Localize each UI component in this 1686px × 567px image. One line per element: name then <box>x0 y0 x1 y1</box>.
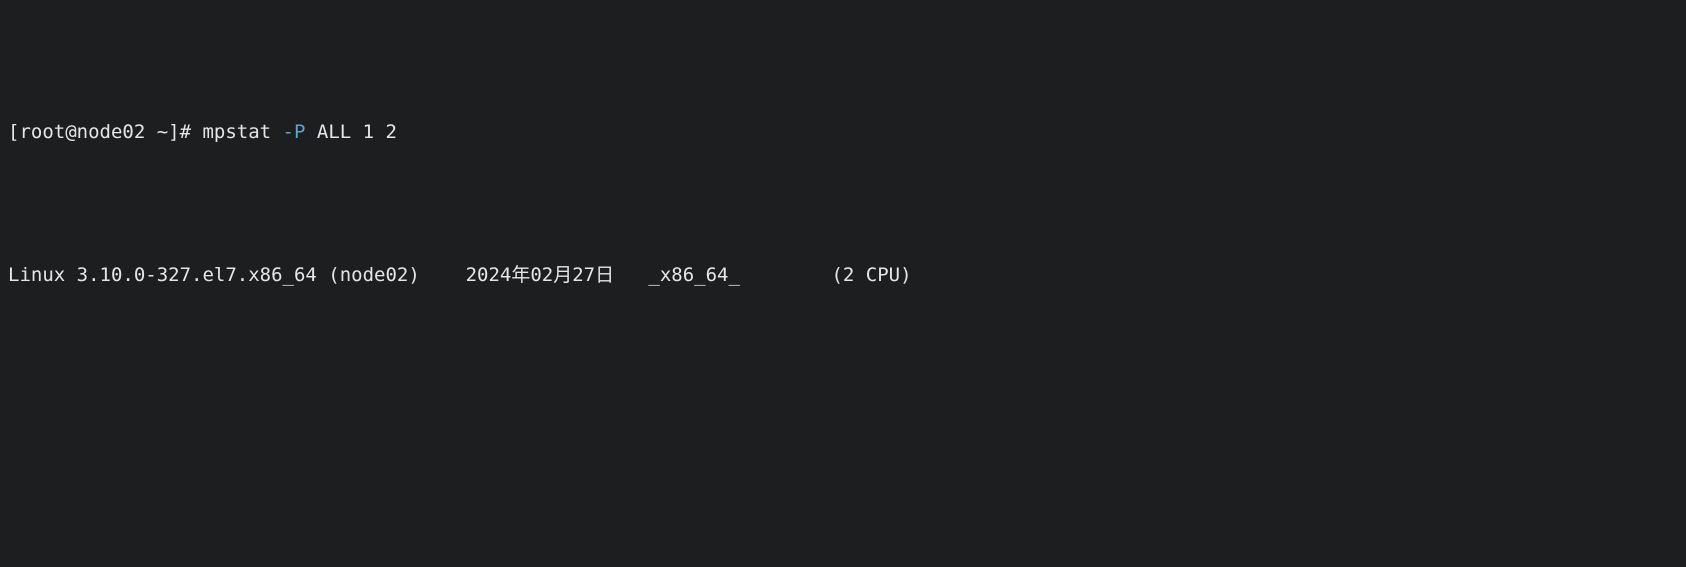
command-args: ALL 1 2 <box>305 118 397 147</box>
cpu-count: (2 CPU) <box>831 261 911 290</box>
blank-line <box>8 375 1678 404</box>
command-flag: -P <box>283 118 306 147</box>
sample-block: 13时46分21秒 CPU %usr %nice %sys %iowait %i… <box>8 517 1678 567</box>
kernel-version: Linux 3.10.0-327.el7.x86_64 (node02) <box>8 261 420 290</box>
architecture: _x86_64_ <box>648 261 740 290</box>
spacer <box>614 261 648 290</box>
shell-prompt: [root@node02 ~]# <box>8 118 202 147</box>
command-line: [root@node02 ~]# mpstat -P ALL 1 2 <box>8 118 1678 147</box>
terminal[interactable]: [root@node02 ~]# mpstat -P ALL 1 2 Linux… <box>0 0 1686 567</box>
command-name: mpstat <box>202 118 282 147</box>
system-info-line: Linux 3.10.0-327.el7.x86_64 (node02) 202… <box>8 261 1678 290</box>
spacer <box>420 261 466 290</box>
report-date: 2024年02月27日 <box>466 261 615 290</box>
spacer <box>740 261 832 290</box>
